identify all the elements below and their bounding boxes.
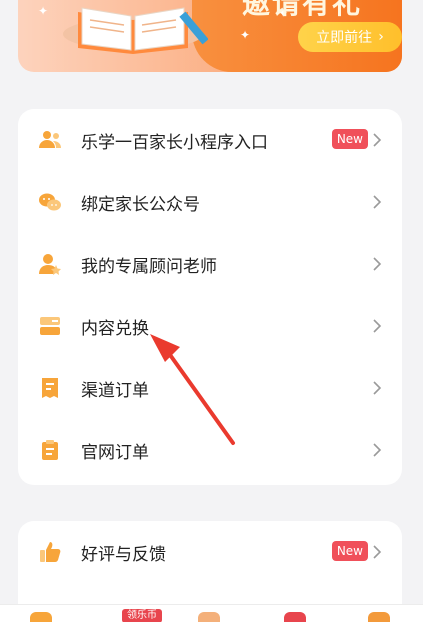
menu-item-label: 绑定家长公众号: [81, 194, 200, 215]
banner-title: 邀请有礼: [241, 0, 362, 20]
advisor-icon: [39, 254, 61, 275]
sparkle-icon: ✦: [38, 4, 49, 18]
chevron-right-icon: [373, 545, 382, 559]
chevron-right-icon: [373, 257, 382, 271]
wechat-icon: [39, 193, 61, 211]
home-tab-icon[interactable]: [30, 612, 52, 622]
sparkle-icon: ✦: [240, 28, 251, 42]
menu-item-website-orders[interactable]: 官网订单: [18, 419, 402, 481]
coin-badge[interactable]: 领乐币: [122, 609, 162, 622]
menu-item-content-exchange[interactable]: 内容兑换: [18, 295, 402, 357]
menu-item-label: 官网订单: [81, 442, 149, 463]
menu-item-label: 内容兑换: [81, 318, 149, 339]
menu-item-bind-wechat[interactable]: 绑定家长公众号: [18, 171, 402, 233]
invite-banner[interactable]: ✦ ✦ ✦ 邀请有礼 立即前往 ›: [18, 0, 402, 72]
chevron-right-icon: [373, 443, 382, 457]
go-now-button[interactable]: 立即前往 ›: [298, 22, 402, 52]
gift-tab-icon[interactable]: [284, 612, 306, 622]
menu-item-feedback[interactable]: 好评与反馈 New: [18, 521, 402, 583]
menu-item-label: 我的专属顾问老师: [81, 256, 217, 277]
menu-item-label: 好评与反馈: [81, 544, 166, 565]
receipt-icon: [42, 378, 58, 398]
profile-tab-icon[interactable]: [368, 612, 390, 622]
open-book-illustration: [63, 7, 208, 54]
new-badge: New: [331, 541, 368, 561]
thumbs-up-icon: [40, 542, 61, 562]
menu-item-label: 渠道订单: [81, 380, 149, 401]
chevron-right-icon: [373, 319, 382, 333]
go-now-label: 立即前往: [316, 30, 373, 46]
menu-item-channel-orders[interactable]: 渠道订单: [18, 357, 402, 419]
menu-item-parent-miniprogram[interactable]: 乐学一百家长小程序入口 New: [18, 109, 402, 171]
chevron-right-icon: [373, 381, 382, 395]
clipboard-icon: [42, 440, 58, 460]
menu-item-label: 乐学一百家长小程序入口: [81, 132, 268, 153]
new-badge: New: [331, 129, 368, 149]
menu-item-advisor[interactable]: 我的专属顾问老师: [18, 233, 402, 295]
menu-card-main: 乐学一百家长小程序入口 New 绑定家长公众号 我的专属顾问老师 内容兑换 渠道…: [18, 109, 402, 485]
exchange-icon: [40, 317, 60, 335]
course-tab-icon[interactable]: [198, 612, 220, 622]
chevron-right-icon: ›: [378, 29, 384, 45]
parents-icon: [39, 131, 61, 148]
chevron-right-icon: [373, 133, 382, 147]
chevron-right-icon: [373, 195, 382, 209]
